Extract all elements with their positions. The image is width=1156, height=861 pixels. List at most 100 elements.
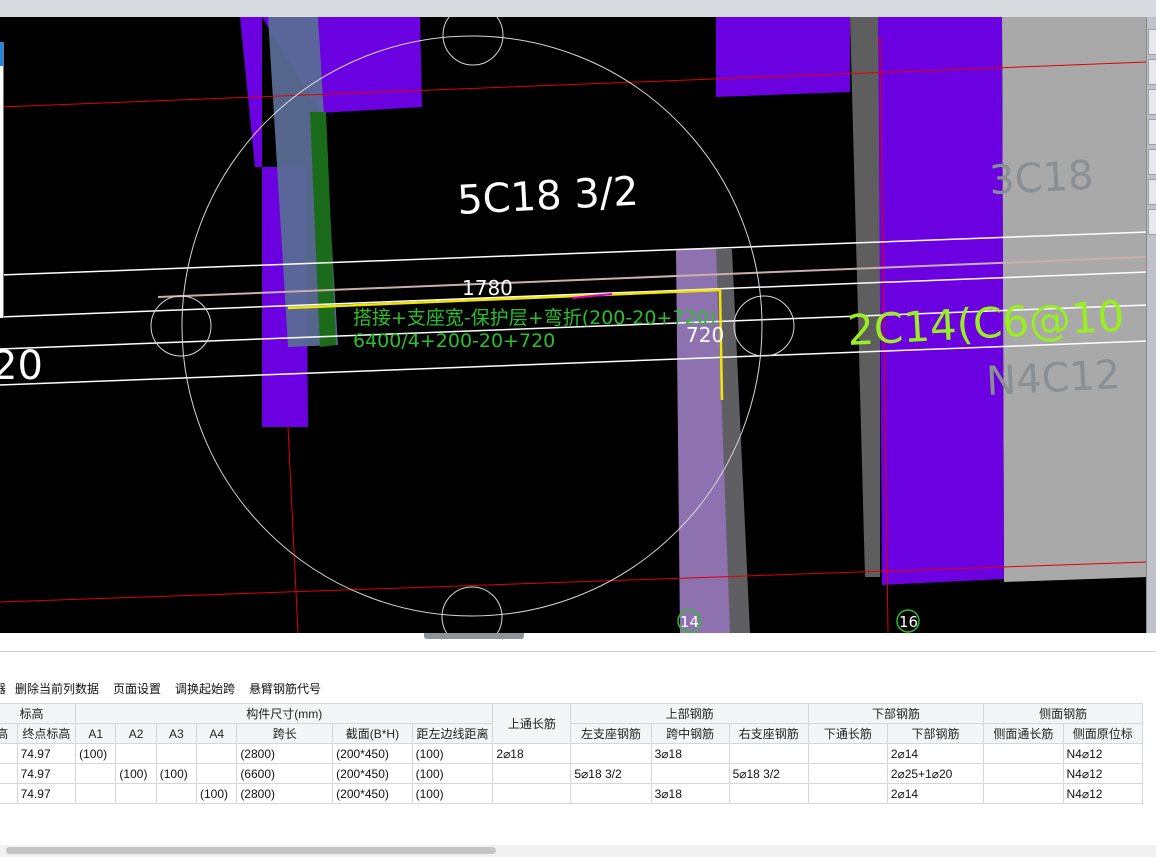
column-header: 右支座钢筋 bbox=[728, 723, 809, 744]
table-cell[interactable] bbox=[983, 783, 1064, 804]
header-row-2: 高 终点标高 A1 A2 A3 A4 跨长 截面(B*H) 距左边线距离 左支座… bbox=[0, 723, 1143, 744]
view-button[interactable] bbox=[1148, 29, 1156, 55]
column-header: 距左边线距离 bbox=[411, 723, 494, 744]
table-cell[interactable]: (2800) bbox=[236, 743, 334, 764]
table-cell[interactable] bbox=[807, 743, 888, 764]
view-button[interactable] bbox=[1148, 59, 1156, 85]
label-main-rebar: 5C18 3/2 bbox=[456, 169, 640, 224]
table-cell[interactable]: 3⌀18 bbox=[650, 783, 730, 804]
table-cell[interactable] bbox=[492, 783, 572, 804]
header-row-1: 标高 构件尺寸(mm) 上通长筋 上部钢筋 下部钢筋 侧面钢筋 bbox=[0, 703, 1143, 744]
axis-bubble bbox=[150, 295, 212, 357]
table-cell[interactable]: (100) bbox=[196, 783, 238, 804]
grid-toolbar: 器 删除当前列数据 页面设置 调换起始跨 悬臂钢筋代号 bbox=[0, 672, 1156, 702]
table-cell[interactable] bbox=[650, 763, 730, 784]
table-cell[interactable] bbox=[807, 763, 888, 784]
cantilever-rebar-code-button[interactable]: 悬臂钢筋代号 bbox=[249, 680, 321, 697]
table-cell[interactable]: 74.97 bbox=[16, 743, 77, 764]
table-cell[interactable]: 2⌀18 bbox=[492, 743, 572, 764]
table-cell[interactable]: 2⌀25+1⌀20 bbox=[886, 763, 985, 784]
header-top-rebar: 上部钢筋 bbox=[570, 703, 809, 724]
label-left-partial: 20 bbox=[0, 343, 43, 389]
view-button[interactable] bbox=[1148, 119, 1156, 145]
table-cell[interactable]: N4⌀12 bbox=[1062, 763, 1143, 784]
table-cell[interactable] bbox=[983, 743, 1064, 764]
table-cell[interactable]: (100) bbox=[411, 763, 494, 784]
column-header: 下通长筋 bbox=[807, 723, 888, 744]
formula-line-2: 6400/4+200-20+720 bbox=[353, 330, 555, 352]
view-button[interactable] bbox=[1148, 89, 1156, 115]
table-cell[interactable] bbox=[807, 783, 888, 804]
table-cell[interactable]: (200*450) bbox=[332, 783, 413, 804]
table-cell[interactable]: (100) bbox=[411, 783, 494, 804]
table-cell[interactable]: N4⌀12 bbox=[1062, 743, 1143, 764]
table-cell[interactable] bbox=[983, 763, 1064, 784]
horizontal-scrollbar[interactable] bbox=[0, 845, 1156, 857]
table-cell[interactable]: (100) bbox=[115, 763, 157, 784]
axis-label-16: 16 bbox=[899, 613, 918, 631]
table-cell[interactable] bbox=[492, 763, 572, 784]
table-cell[interactable] bbox=[570, 783, 652, 804]
table-cell[interactable]: (6600) bbox=[236, 763, 334, 784]
table-row[interactable]: 74.97 (100) (2800) (200*450) (100) 3⌀18 … bbox=[0, 783, 1143, 804]
table-cell[interactable]: (200*450) bbox=[332, 743, 413, 764]
table-row[interactable]: 74.97 (100) (100) (6600) (200*450) (100)… bbox=[0, 763, 1143, 784]
table-cell[interactable] bbox=[115, 783, 157, 804]
table-cell[interactable] bbox=[570, 743, 652, 764]
label-side-rebar: N4C12 bbox=[985, 352, 1121, 405]
axis-bubble bbox=[733, 295, 795, 357]
table-cell[interactable]: 74.97 bbox=[16, 763, 77, 784]
label-right-rebar: 3C18 bbox=[988, 153, 1095, 204]
splitter-grip[interactable] bbox=[424, 633, 524, 639]
table-cell[interactable] bbox=[196, 763, 238, 784]
table-cell[interactable]: N4⌀12 bbox=[1062, 783, 1143, 804]
view-button[interactable] bbox=[1148, 149, 1156, 175]
grid-line-red bbox=[287, 426, 299, 633]
table-cell[interactable] bbox=[75, 783, 117, 804]
table-cell[interactable]: (100) bbox=[411, 743, 494, 764]
table-cell[interactable]: 5⌀18 3/2 bbox=[570, 763, 652, 784]
table-cell[interactable] bbox=[155, 743, 198, 764]
page-setup-button[interactable]: 页面设置 bbox=[113, 680, 161, 697]
table-cell[interactable]: (2800) bbox=[236, 783, 334, 804]
table-cell[interactable]: 74.97 bbox=[16, 783, 77, 804]
table-cell[interactable] bbox=[75, 763, 117, 784]
column-header: A2 bbox=[115, 723, 157, 744]
scrollbar-thumb[interactable] bbox=[6, 847, 496, 854]
delete-column-data-button[interactable]: 删除当前列数据 bbox=[15, 680, 99, 697]
table-cell[interactable]: 3⌀18 bbox=[650, 743, 730, 764]
table-cell[interactable]: (100) bbox=[75, 743, 117, 764]
table-cell[interactable] bbox=[728, 783, 809, 804]
column-header: A4 bbox=[196, 723, 238, 744]
table-cell[interactable] bbox=[0, 763, 18, 784]
table-cell[interactable]: (200*450) bbox=[332, 763, 413, 784]
left-side-panel bbox=[0, 42, 4, 318]
rebar-input-grid[interactable]: 标高 构件尺寸(mm) 上通长筋 上部钢筋 下部钢筋 侧面钢筋 高 终点标高 A… bbox=[0, 703, 1156, 843]
table-cell[interactable] bbox=[115, 743, 157, 764]
table-cell[interactable] bbox=[728, 743, 809, 764]
cad-viewport[interactable]: 5C18 3/2 3C18 2C14(C6@10 N4C12 20 1780 7… bbox=[0, 17, 1146, 633]
table-cell[interactable]: 5⌀18 3/2 bbox=[728, 763, 809, 784]
rebar-drawing[interactable]: 5C18 3/2 3C18 2C14(C6@10 N4C12 20 1780 7… bbox=[0, 17, 1146, 633]
view-button[interactable] bbox=[1148, 179, 1156, 205]
panel-splitter[interactable] bbox=[0, 633, 1156, 652]
table-cell[interactable]: (100) bbox=[155, 763, 198, 784]
table-cell[interactable]: 2⌀14 bbox=[886, 783, 985, 804]
header-top-through: 上通长筋 bbox=[492, 703, 572, 744]
column-header: 截面(B*H) bbox=[332, 723, 413, 744]
header-bottom-rebar: 下部钢筋 bbox=[807, 703, 985, 724]
table-row[interactable]: 74.97 (100) (2800) (200*450) (100) 2⌀18 … bbox=[0, 743, 1143, 764]
beam-violet-top-right bbox=[716, 17, 850, 97]
table-cell[interactable] bbox=[0, 743, 18, 764]
table-cell[interactable] bbox=[196, 743, 238, 764]
toolbar-partial-item[interactable]: 器 bbox=[0, 680, 6, 697]
swap-start-span-button[interactable]: 调换起始跨 bbox=[175, 680, 235, 697]
table-cell[interactable] bbox=[0, 783, 18, 804]
column-header: 终点标高 bbox=[16, 723, 77, 744]
view-button[interactable] bbox=[1148, 209, 1156, 235]
table-cell[interactable]: 2⌀14 bbox=[886, 743, 985, 764]
formula-line-1: 搭接+支座宽-保护层+弯折(200-20+720) bbox=[353, 307, 716, 329]
top-title-bar bbox=[0, 0, 1156, 18]
header-side-rebar: 侧面钢筋 bbox=[983, 703, 1143, 724]
table-cell[interactable] bbox=[155, 783, 198, 804]
